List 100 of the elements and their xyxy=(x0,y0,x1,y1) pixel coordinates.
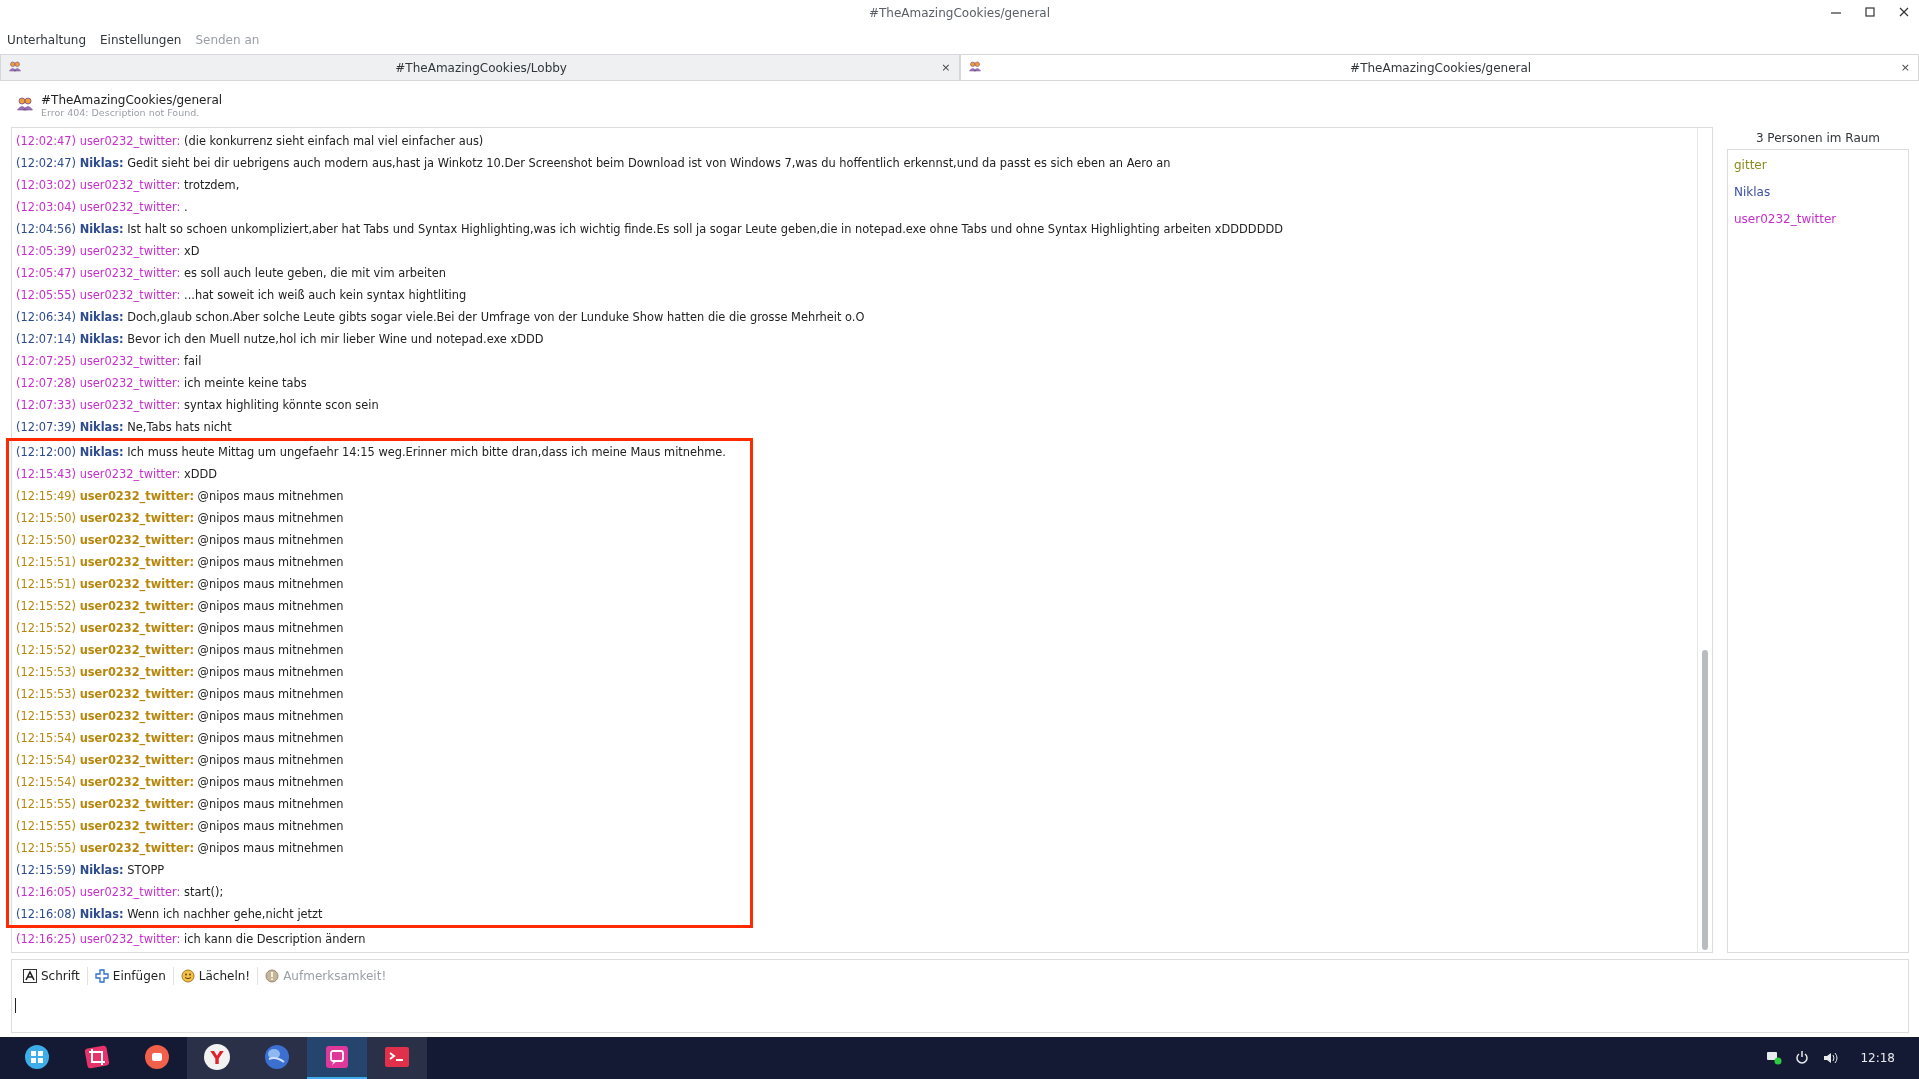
message-time: (12:02:47) xyxy=(16,134,77,148)
message-author: user0232_twitter: xyxy=(79,577,194,591)
globe-icon xyxy=(264,1044,290,1070)
message-text: @nipos maus mitnehmen xyxy=(197,643,344,657)
message-author: user0232_twitter: xyxy=(79,665,194,679)
message-text: Doch,glaub schon.Aber solche Leute gibts sogar viele.Bei der Umfrage von der Lunduke Show hatten die die grosse Mehrheit o.O xyxy=(127,310,865,324)
message-text: @nipos maus mitnehmen xyxy=(197,489,344,503)
grid-icon xyxy=(24,1044,50,1070)
message-text: start(); xyxy=(184,885,224,899)
message-input[interactable] xyxy=(11,992,1909,1033)
message-time: (12:12:00) xyxy=(16,445,77,459)
message-text: @nipos maus mitnehmen xyxy=(197,577,344,591)
close-tab-button[interactable]: × xyxy=(941,61,951,74)
message-text: fail xyxy=(184,354,202,368)
message-author: user0232_twitter: xyxy=(79,841,194,855)
message-time: (12:04:56) xyxy=(16,222,77,236)
message-author: Niklas: xyxy=(79,907,124,921)
message-author: user0232_twitter: xyxy=(79,288,181,302)
message-time: (12:07:14) xyxy=(16,332,77,346)
message-time: (12:15:52) xyxy=(16,599,77,613)
message-author: user0232_twitter: xyxy=(79,376,181,390)
message-author: user0232_twitter: xyxy=(79,266,181,280)
message-time: (12:15:53) xyxy=(16,687,77,701)
message-text: ich kann die Description ändern xyxy=(184,932,366,946)
chat-icon xyxy=(324,1044,350,1070)
volume-icon[interactable] xyxy=(1822,1050,1839,1066)
user-name[interactable]: Niklas xyxy=(1734,181,1902,208)
clock[interactable]: 12:18 xyxy=(1860,1051,1895,1065)
chat-status-icon[interactable] xyxy=(1766,1050,1783,1066)
message-author: user0232_twitter: xyxy=(79,511,194,525)
menu-item[interactable]: Einstellungen xyxy=(100,33,182,47)
message-text: @nipos maus mitnehmen xyxy=(197,621,344,635)
message-time: (12:05:39) xyxy=(16,244,77,258)
message-text: @nipos maus mitnehmen xyxy=(197,775,344,789)
message-text: . xyxy=(184,200,188,214)
message-time: (12:06:34) xyxy=(16,310,77,324)
message-author: Niklas: xyxy=(79,863,124,877)
smile-button[interactable]: Lächeln! xyxy=(173,967,259,985)
message-text: @nipos maus mitnehmen xyxy=(197,665,344,679)
message-time: (12:15:53) xyxy=(16,709,77,723)
message-text: xDDD xyxy=(184,467,218,481)
message-time: (12:15:55) xyxy=(16,841,77,855)
message-author: Niklas: xyxy=(79,222,124,236)
tab[interactable]: #TheAmazingCookies/general × xyxy=(959,54,1919,80)
crop-icon xyxy=(84,1044,110,1070)
taskbar-button[interactable]: Y xyxy=(187,1037,247,1079)
message-text: (die konkurrenz sieht einfach mal viel einfacher aus) xyxy=(184,134,484,148)
message-time: (12:05:55) xyxy=(16,288,77,302)
group-icon xyxy=(9,60,21,72)
message-text: es soll auch leute geben, die mit vim arbeiten xyxy=(184,266,446,280)
message-author: user0232_twitter: xyxy=(79,533,194,547)
message-text: xD xyxy=(184,244,200,258)
message-author: user0232_twitter: xyxy=(79,354,181,368)
message-author: user0232_twitter: xyxy=(79,621,194,635)
message-author: user0232_twitter: xyxy=(79,775,194,789)
message-text: syntax highliting könnte scon sein xyxy=(184,398,379,412)
message-text: ich meinte keine tabs xyxy=(184,376,307,390)
maximize-icon[interactable] xyxy=(1863,5,1877,19)
tab[interactable]: #TheAmazingCookies/Lobby × xyxy=(0,54,960,80)
exclamation-icon xyxy=(265,969,280,983)
message-text: Wenn ich nachher gehe,nicht jetzt xyxy=(127,907,323,921)
font-button[interactable]: Schrift xyxy=(16,967,88,985)
message-author: user0232_twitter: xyxy=(79,244,181,258)
menu-item[interactable]: Unterhaltung xyxy=(7,33,87,47)
message-text: @nipos maus mitnehmen xyxy=(197,797,344,811)
message-author: user0232_twitter: xyxy=(79,489,194,503)
message-text: @nipos maus mitnehmen xyxy=(197,687,344,701)
message-text: @nipos maus mitnehmen xyxy=(197,533,344,547)
message-time: (12:15:43) xyxy=(16,467,77,481)
group-icon xyxy=(17,96,33,111)
message-time: (12:05:47) xyxy=(16,266,77,280)
power-icon[interactable] xyxy=(1794,1050,1811,1066)
message-text: Ne,Tabs hats nicht xyxy=(127,420,232,434)
message-text: Ist halt so schoen unkompliziert,aber hat Tabs und Syntax Highlighting,was ich wichtig finde.Es soll ja sogar Leute geben,die in notepad.exe ohne Tabs und ohne Syntax Highlighting arbeiten xDDDDDDD xyxy=(127,222,1283,236)
message-author: Niklas: xyxy=(79,332,124,346)
message-author: user0232_twitter: xyxy=(79,134,181,148)
message-time: (12:15:55) xyxy=(16,819,77,833)
message-author: user0232_twitter: xyxy=(79,797,194,811)
people-count: 3 Personen im Raum xyxy=(1754,130,1882,147)
taskbar-button[interactable] xyxy=(307,1037,367,1079)
insert-button[interactable]: Einfügen xyxy=(87,967,174,985)
message-time: (12:07:25) xyxy=(16,354,77,368)
message-time: (12:15:54) xyxy=(16,731,77,745)
message-author: user0232_twitter: xyxy=(79,819,194,833)
message-time: (12:07:33) xyxy=(16,398,77,412)
taskbar-button[interactable] xyxy=(247,1037,307,1079)
message-time: (12:15:59) xyxy=(16,863,77,877)
message-text: ...hat soweit ich weiß auch kein syntax hightliting xyxy=(184,288,467,302)
message-time: (12:15:51) xyxy=(16,577,77,591)
user-name[interactable]: gitter xyxy=(1734,154,1902,181)
close-tab-button[interactable]: × xyxy=(1900,61,1910,74)
message-author: user0232_twitter: xyxy=(79,731,194,745)
message-text: trotzdem, xyxy=(184,178,240,192)
user-name[interactable]: user0232_twitter xyxy=(1734,208,1902,235)
message-text: @nipos maus mitnehmen xyxy=(197,731,344,745)
message-author: user0232_twitter: xyxy=(79,885,181,899)
group-icon xyxy=(968,60,981,72)
scrollbar-thumb[interactable] xyxy=(1702,650,1708,950)
close-icon[interactable] xyxy=(1897,5,1911,19)
font-icon xyxy=(23,969,37,983)
